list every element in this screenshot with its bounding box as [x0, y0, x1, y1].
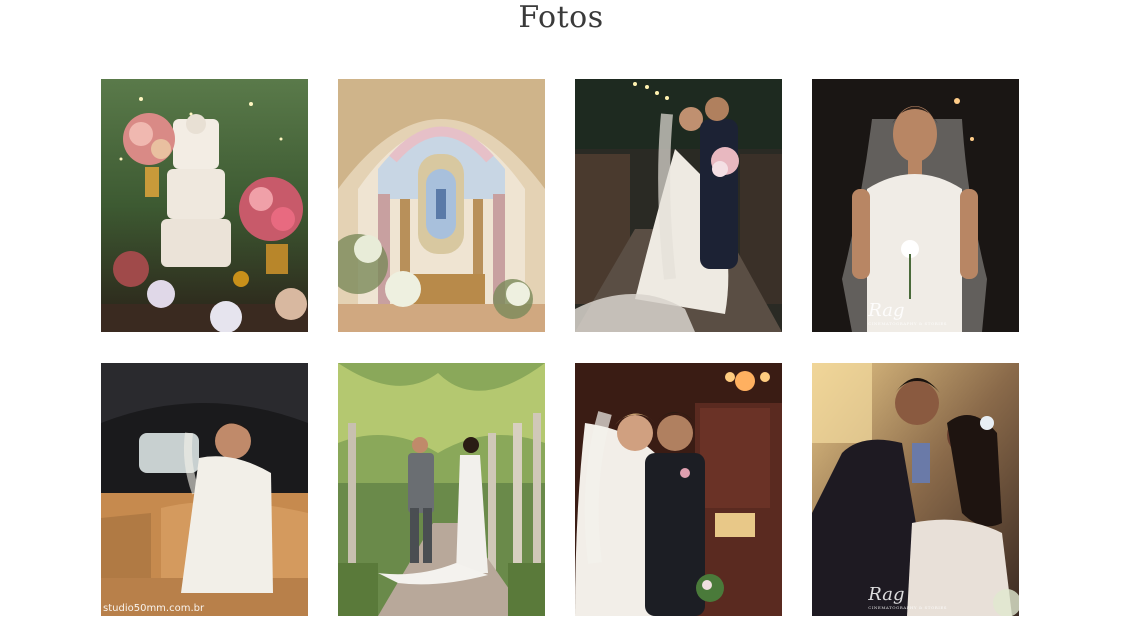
rag-logo-subtext: CINEMATOGRAPHY & STORIES: [868, 605, 947, 610]
church-altar-image: [338, 79, 545, 332]
photo-couple-church-interior[interactable]: [575, 363, 782, 616]
photo-bride-in-car[interactable]: studio50mm.com.br: [101, 363, 308, 616]
couple-bridge-image: [575, 79, 782, 332]
rag-watermark: Rag CINEMATOGRAPHY & STORIES: [868, 300, 947, 326]
bride-car-image: [101, 363, 308, 616]
photo-couple-kiss-sunset[interactable]: Rag CINEMATOGRAPHY & STORIES: [812, 363, 1019, 616]
photo-grid: Rag CINEMATOGRAPHY & STORIES studio50mm.…: [101, 79, 1021, 617]
rag-watermark: Rag CINEMATOGRAPHY & STORIES: [868, 584, 947, 610]
rag-logo-text: Rag: [868, 584, 905, 605]
photo-gallery-page: Fotos Rag CINEMATOGRAPHY & STORIES studi…: [0, 0, 1122, 626]
couple-interior-image: [575, 363, 782, 616]
wedding-cake-image: [101, 79, 308, 332]
photo-bride-holding-rose[interactable]: Rag CINEMATOGRAPHY & STORIES: [812, 79, 1019, 332]
photo-couple-kiss-bridge[interactable]: [575, 79, 782, 332]
page-title: Fotos: [518, 0, 604, 35]
couple-sunset-kiss-image: [812, 363, 1019, 616]
bride-rose-image: [812, 79, 1019, 332]
studio-watermark: studio50mm.com.br: [103, 603, 205, 614]
rag-logo-text: Rag: [868, 300, 905, 321]
photo-couple-walking-palms[interactable]: [338, 363, 545, 616]
couple-palms-image: [338, 363, 545, 616]
photo-church-altar[interactable]: [338, 79, 545, 332]
rag-logo-subtext: CINEMATOGRAPHY & STORIES: [868, 321, 947, 326]
photo-wedding-cake-table[interactable]: [101, 79, 308, 332]
